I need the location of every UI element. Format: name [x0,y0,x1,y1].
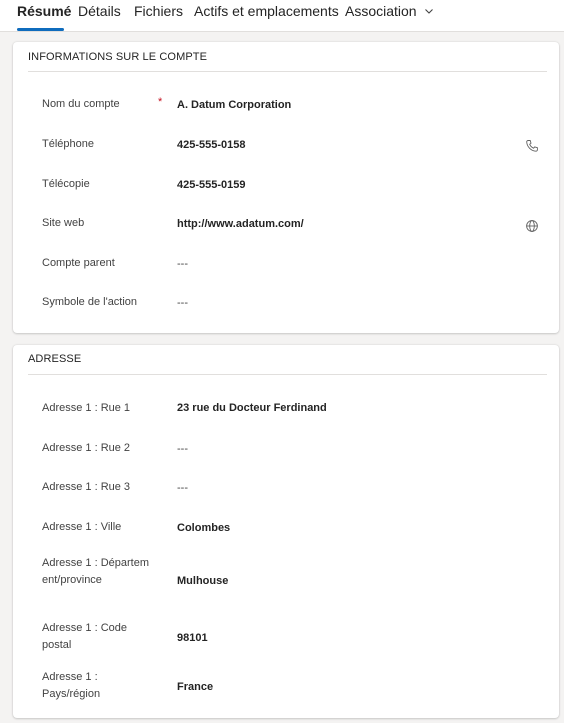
section-divider [28,71,547,72]
field-label: Téléphone [42,138,94,150]
section-title: ADRESSE [28,353,82,365]
field-label: Adresse 1 : Rue 1 [42,402,131,414]
required-indicator: * [158,96,163,108]
field-label: Adresse 1 : Rue 3 [42,481,131,493]
field-label: Adresse 1 : Pays/région [42,671,101,700]
ticker-symbol-field[interactable]: --- [177,297,188,309]
field-label: Adresse 1 : Ville [42,521,122,533]
account-name-field[interactable]: A. Datum Corporation [177,99,291,111]
tab-actifs-et-emplacements[interactable]: Actifs et emplacements [194,3,339,19]
tab-details[interactable]: Détails [78,3,121,19]
postal-code-field[interactable]: 98101 [177,632,208,644]
section-title: INFORMATIONS SUR LE COMPTE [28,51,208,63]
address-section: ADRESSE Adresse 1 : Rue 1 23 rue du Doct… [13,345,559,718]
phone-icon[interactable] [525,139,539,153]
field-label: Adresse 1 : Rue 2 [42,442,131,454]
field-label: Site web [42,217,85,229]
field-label: Adresse 1 : Département/province [42,557,149,586]
tab-bar: Résumé Détails Fichiers Actifs et emplac… [0,0,564,32]
city-field[interactable]: Colombes [177,522,230,534]
field-label: Symbole de l'action [42,296,138,308]
globe-icon[interactable] [525,219,539,233]
tab-association-label: Association [345,3,417,19]
active-tab-indicator [17,28,64,31]
field-label: Adresse 1 : Code postal [42,622,127,651]
tab-fichiers[interactable]: Fichiers [134,3,183,19]
country-region-field[interactable]: France [177,681,213,693]
tab-association[interactable]: Association [345,3,434,19]
phone-field[interactable]: 425-555-0158 [177,139,246,151]
street1-field[interactable]: 23 rue du Docteur Ferdinand [177,402,327,414]
field-label: Télécopie [42,178,90,190]
account-info-section: INFORMATIONS SUR LE COMPTE Nom du compte… [13,42,559,333]
street2-field[interactable]: --- [177,443,188,455]
state-province-field[interactable]: Mulhouse [177,575,228,587]
website-field[interactable]: http://www.adatum.com/ [177,218,304,230]
fax-field[interactable]: 425-555-0159 [177,179,246,191]
section-divider [28,374,547,375]
chevron-down-icon [425,8,434,14]
field-label: Nom du compte [42,98,120,110]
street3-field[interactable]: --- [177,482,188,494]
field-label: Compte parent [42,257,115,269]
tab-resume[interactable]: Résumé [17,3,71,19]
parent-account-field[interactable]: --- [177,258,188,270]
